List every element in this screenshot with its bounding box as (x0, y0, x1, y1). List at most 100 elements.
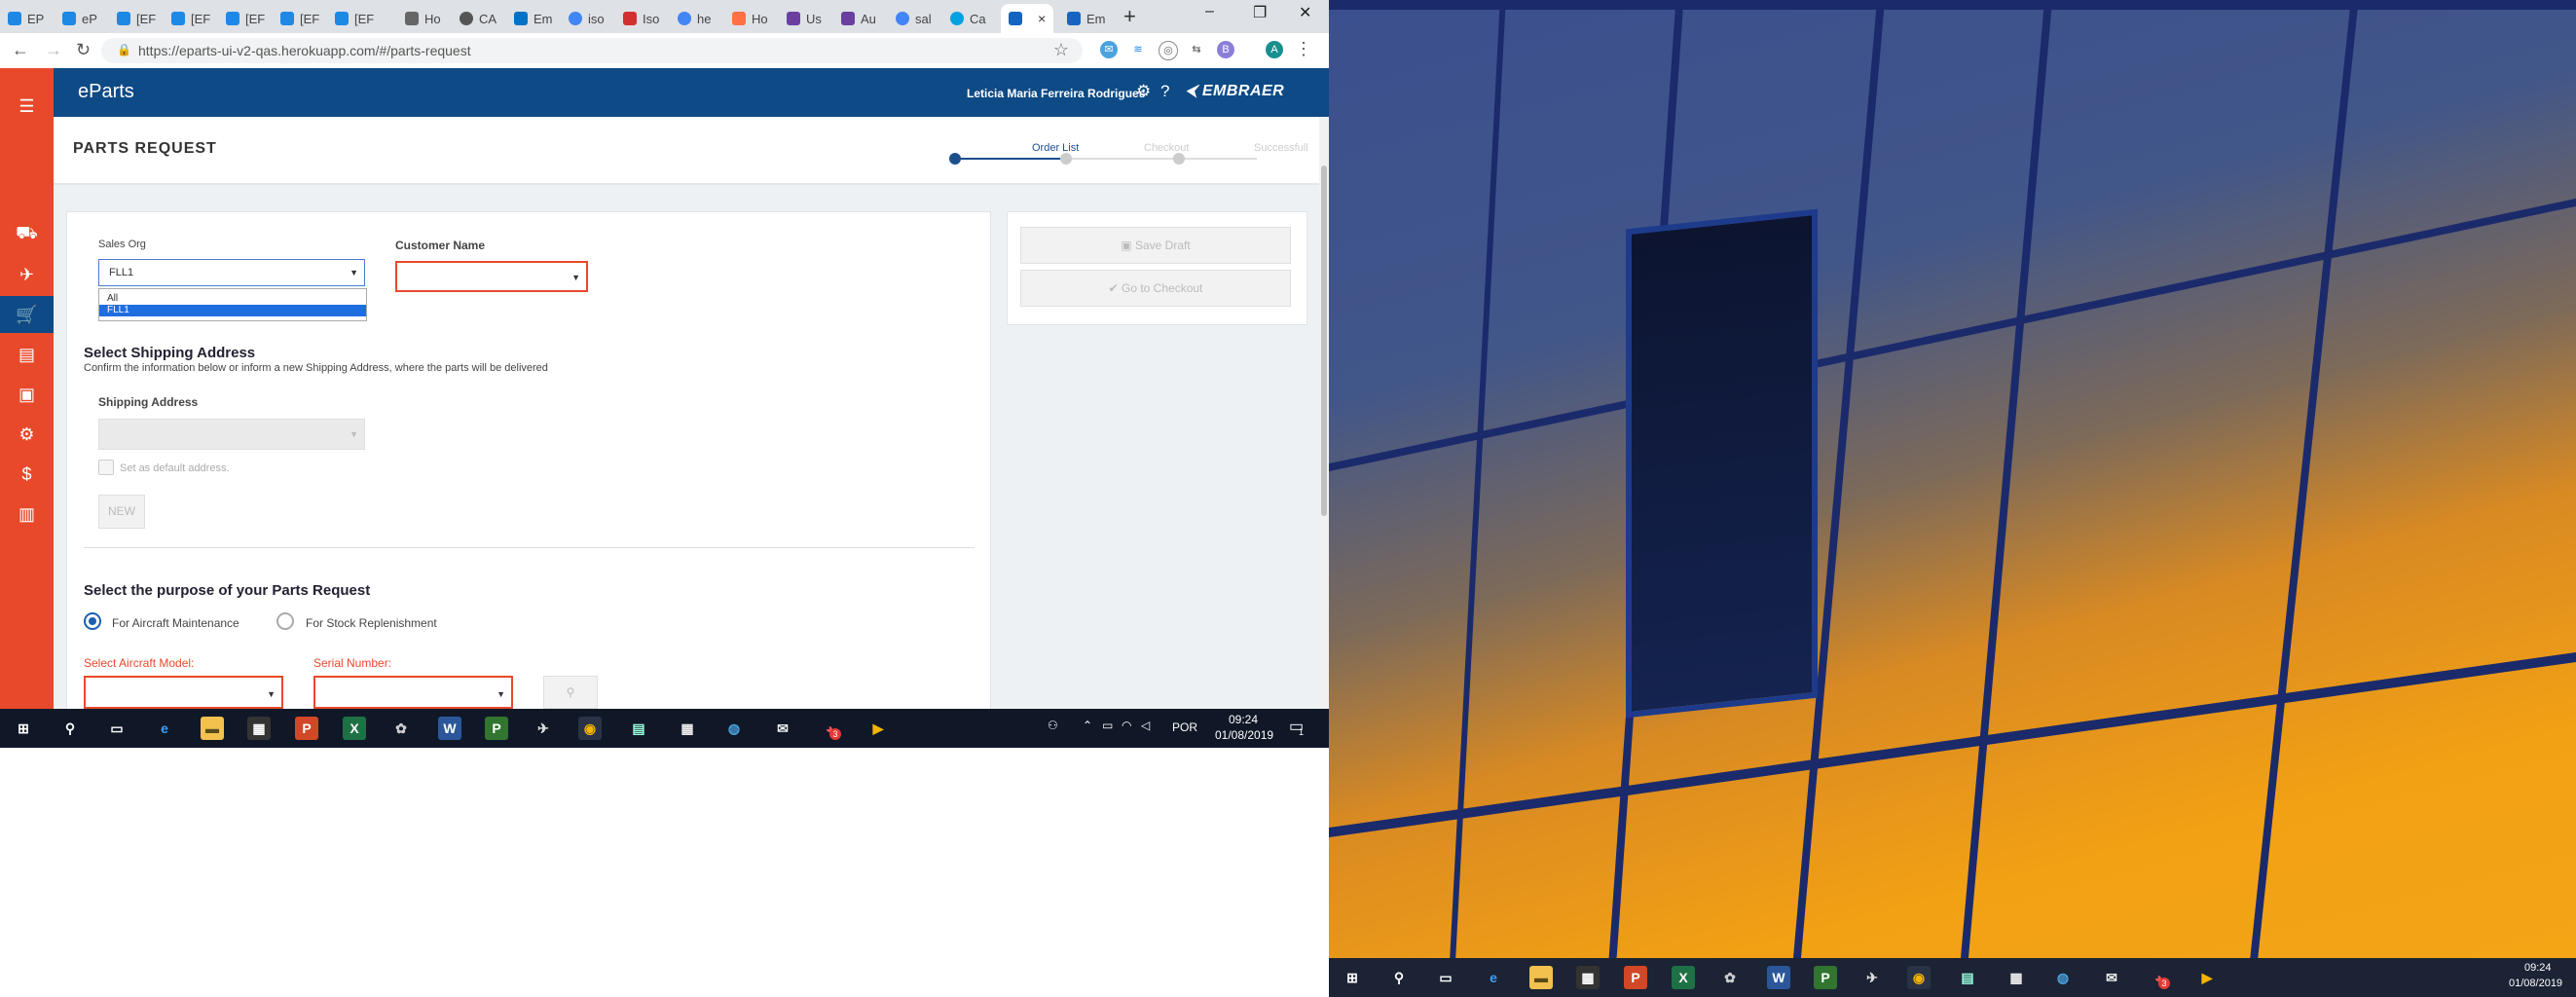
calculator-icon[interactable]: ▦ (676, 717, 699, 740)
default-address-checkbox[interactable] (98, 460, 114, 475)
maximize-button[interactable]: ❐ (1253, 3, 1267, 22)
browser-tab[interactable]: CA (452, 4, 506, 33)
serial-number-select[interactable]: ▼ (313, 676, 513, 709)
cart-icon[interactable]: 🛒 (0, 296, 54, 333)
dollar-icon[interactable]: $ (0, 456, 54, 493)
purpose-radio-aircraft[interactable] (84, 612, 101, 630)
browser-tab[interactable]: he (670, 4, 724, 33)
people-icon[interactable]: ⚇ (1048, 719, 1058, 732)
windows-start-icon[interactable]: ⊞ (12, 717, 35, 740)
clock-time[interactable]: 09:24 (1229, 713, 1258, 726)
save-draft-button[interactable]: ▣ Save Draft (1020, 227, 1291, 264)
task-view-icon[interactable]: ▭ (1434, 966, 1457, 989)
minimize-button[interactable]: – (1205, 3, 1214, 20)
app-icon[interactable]: ✈ (1860, 966, 1884, 989)
powerpoint-icon[interactable]: P (1624, 966, 1647, 989)
language-indicator[interactable]: POR (1172, 720, 1197, 734)
excel-icon[interactable]: X (343, 717, 366, 740)
volume-icon[interactable]: ◁ (1141, 719, 1150, 732)
dropdown-option[interactable]: All (99, 293, 366, 305)
browser-tab[interactable]: sal (888, 4, 942, 33)
gear-icon[interactable]: ⚙ (1136, 82, 1151, 101)
app-logo-title[interactable]: eParts (78, 81, 134, 103)
browser-tab[interactable]: [EF (218, 4, 273, 33)
windows-start-icon[interactable]: ⊞ (1341, 966, 1364, 989)
app-icon[interactable]: ✿ (389, 717, 413, 740)
scrollbar-thumb[interactable] (1321, 166, 1327, 516)
app-icon[interactable]: ▤ (1956, 966, 1979, 989)
app-icon[interactable]: ▶ (2195, 966, 2219, 989)
browser-tab[interactable]: eP (55, 4, 109, 33)
back-arrow-icon[interactable]: ← (12, 40, 29, 60)
extension-icon[interactable]: ◎ (1159, 41, 1178, 60)
browser-tab[interactable]: [EF (109, 4, 164, 33)
reload-icon[interactable]: ↻ (76, 40, 91, 60)
edge-icon[interactable]: e (153, 717, 176, 740)
browser-tab[interactable]: Ca (942, 4, 997, 33)
edge-icon[interactable]: e (1482, 966, 1505, 989)
new-address-button[interactable]: NEW (98, 495, 145, 529)
browser-tab[interactable]: iso (561, 4, 615, 33)
task-view-icon[interactable]: ▭ (105, 717, 129, 740)
user-name[interactable]: Leticia Maria Ferreira Rodrigues (967, 87, 1145, 100)
menu-hamburger-icon[interactable]: ☰ (0, 88, 54, 125)
project-icon[interactable]: P (485, 717, 508, 740)
store-icon[interactable]: ▦ (247, 717, 271, 740)
browser-tab[interactable]: Us (779, 4, 833, 33)
project-icon[interactable]: P (1814, 966, 1837, 989)
calculator-icon[interactable]: ▦ (2005, 966, 2028, 989)
app-icon[interactable]: ✿ (1718, 966, 1742, 989)
dropdown-option-selected[interactable]: FLL1 (99, 305, 366, 316)
browser-tab[interactable]: [EF (327, 4, 382, 33)
browser-tab[interactable]: Em (506, 4, 561, 33)
powerpoint-icon[interactable]: P (295, 717, 318, 740)
word-icon[interactable]: W (1767, 966, 1790, 989)
page-scrollbar[interactable] (1319, 117, 1329, 709)
browser-tab[interactable]: Em (1059, 4, 1114, 33)
battery-icon[interactable]: ▭ (1102, 719, 1113, 732)
browser-tab[interactable]: EP (0, 4, 55, 33)
address-bar[interactable]: 🔒 https://eparts-ui-v2-qas.herokuapp.com… (101, 38, 1083, 63)
browser-tab[interactable]: [EF (164, 4, 218, 33)
wifi-icon[interactable]: ◠ (1122, 719, 1131, 732)
customer-name-select[interactable]: ▼ (395, 261, 588, 292)
shipping-address-select[interactable]: ▼ (98, 419, 365, 450)
browser-tab[interactable]: Iso (615, 4, 670, 33)
browser-tab-active[interactable]: × (1001, 4, 1053, 33)
profile-avatar[interactable]: A (1266, 41, 1283, 58)
app-icon[interactable]: ✈ (532, 717, 555, 740)
bookmark-star-icon[interactable]: ☆ (1053, 40, 1069, 60)
globe-icon[interactable]: ◍ (2051, 966, 2075, 989)
menu-kebab-icon[interactable]: ⋮ (1295, 39, 1312, 59)
browser-tab[interactable]: Ho (397, 4, 452, 33)
sales-org-select[interactable]: FLL1 ▼ (98, 259, 365, 286)
purpose-radio-stock[interactable] (276, 612, 294, 630)
close-window-button[interactable]: ✕ (1299, 3, 1311, 22)
clock-date[interactable]: 01/08/2019 (1215, 728, 1273, 742)
forward-arrow-icon[interactable]: → (45, 40, 62, 60)
go-to-checkout-button[interactable]: ✔ Go to Checkout (1020, 270, 1291, 307)
globe-icon[interactable]: ◍ (722, 717, 746, 740)
help-icon[interactable]: ? (1160, 82, 1169, 101)
extension-icon[interactable]: B (1217, 41, 1234, 58)
chrome-icon[interactable]: ◉ (578, 717, 602, 740)
mail-icon[interactable]: ✉ (771, 717, 794, 740)
document-icon[interactable]: ▤ (0, 336, 54, 373)
aircraft-model-select[interactable]: ▼ (84, 676, 283, 709)
mail-icon[interactable]: ✉ (2100, 966, 2123, 989)
app-icon[interactable]: ▤ (627, 717, 650, 740)
clock-time[interactable]: 09:24 (2524, 962, 2552, 974)
word-icon[interactable]: W (438, 717, 461, 740)
tab-close-icon[interactable]: × (1038, 11, 1046, 26)
clock-date[interactable]: 01/08/2019 (2509, 978, 2562, 989)
excel-icon[interactable]: X (1672, 966, 1695, 989)
browser-tab[interactable]: Ho (724, 4, 779, 33)
extension-icon[interactable]: ✉ (1100, 41, 1118, 58)
file-explorer-icon[interactable]: ▬ (1529, 966, 1553, 989)
new-tab-button[interactable]: + (1123, 4, 1136, 29)
chevron-up-icon[interactable]: ⌃ (1083, 719, 1092, 732)
browser-tab[interactable]: Au (833, 4, 888, 33)
browser-tab[interactable]: [EF (273, 4, 327, 33)
search-icon[interactable]: ⚲ (1387, 966, 1411, 989)
settings-cogs-icon[interactable]: ⚙ (0, 416, 54, 453)
